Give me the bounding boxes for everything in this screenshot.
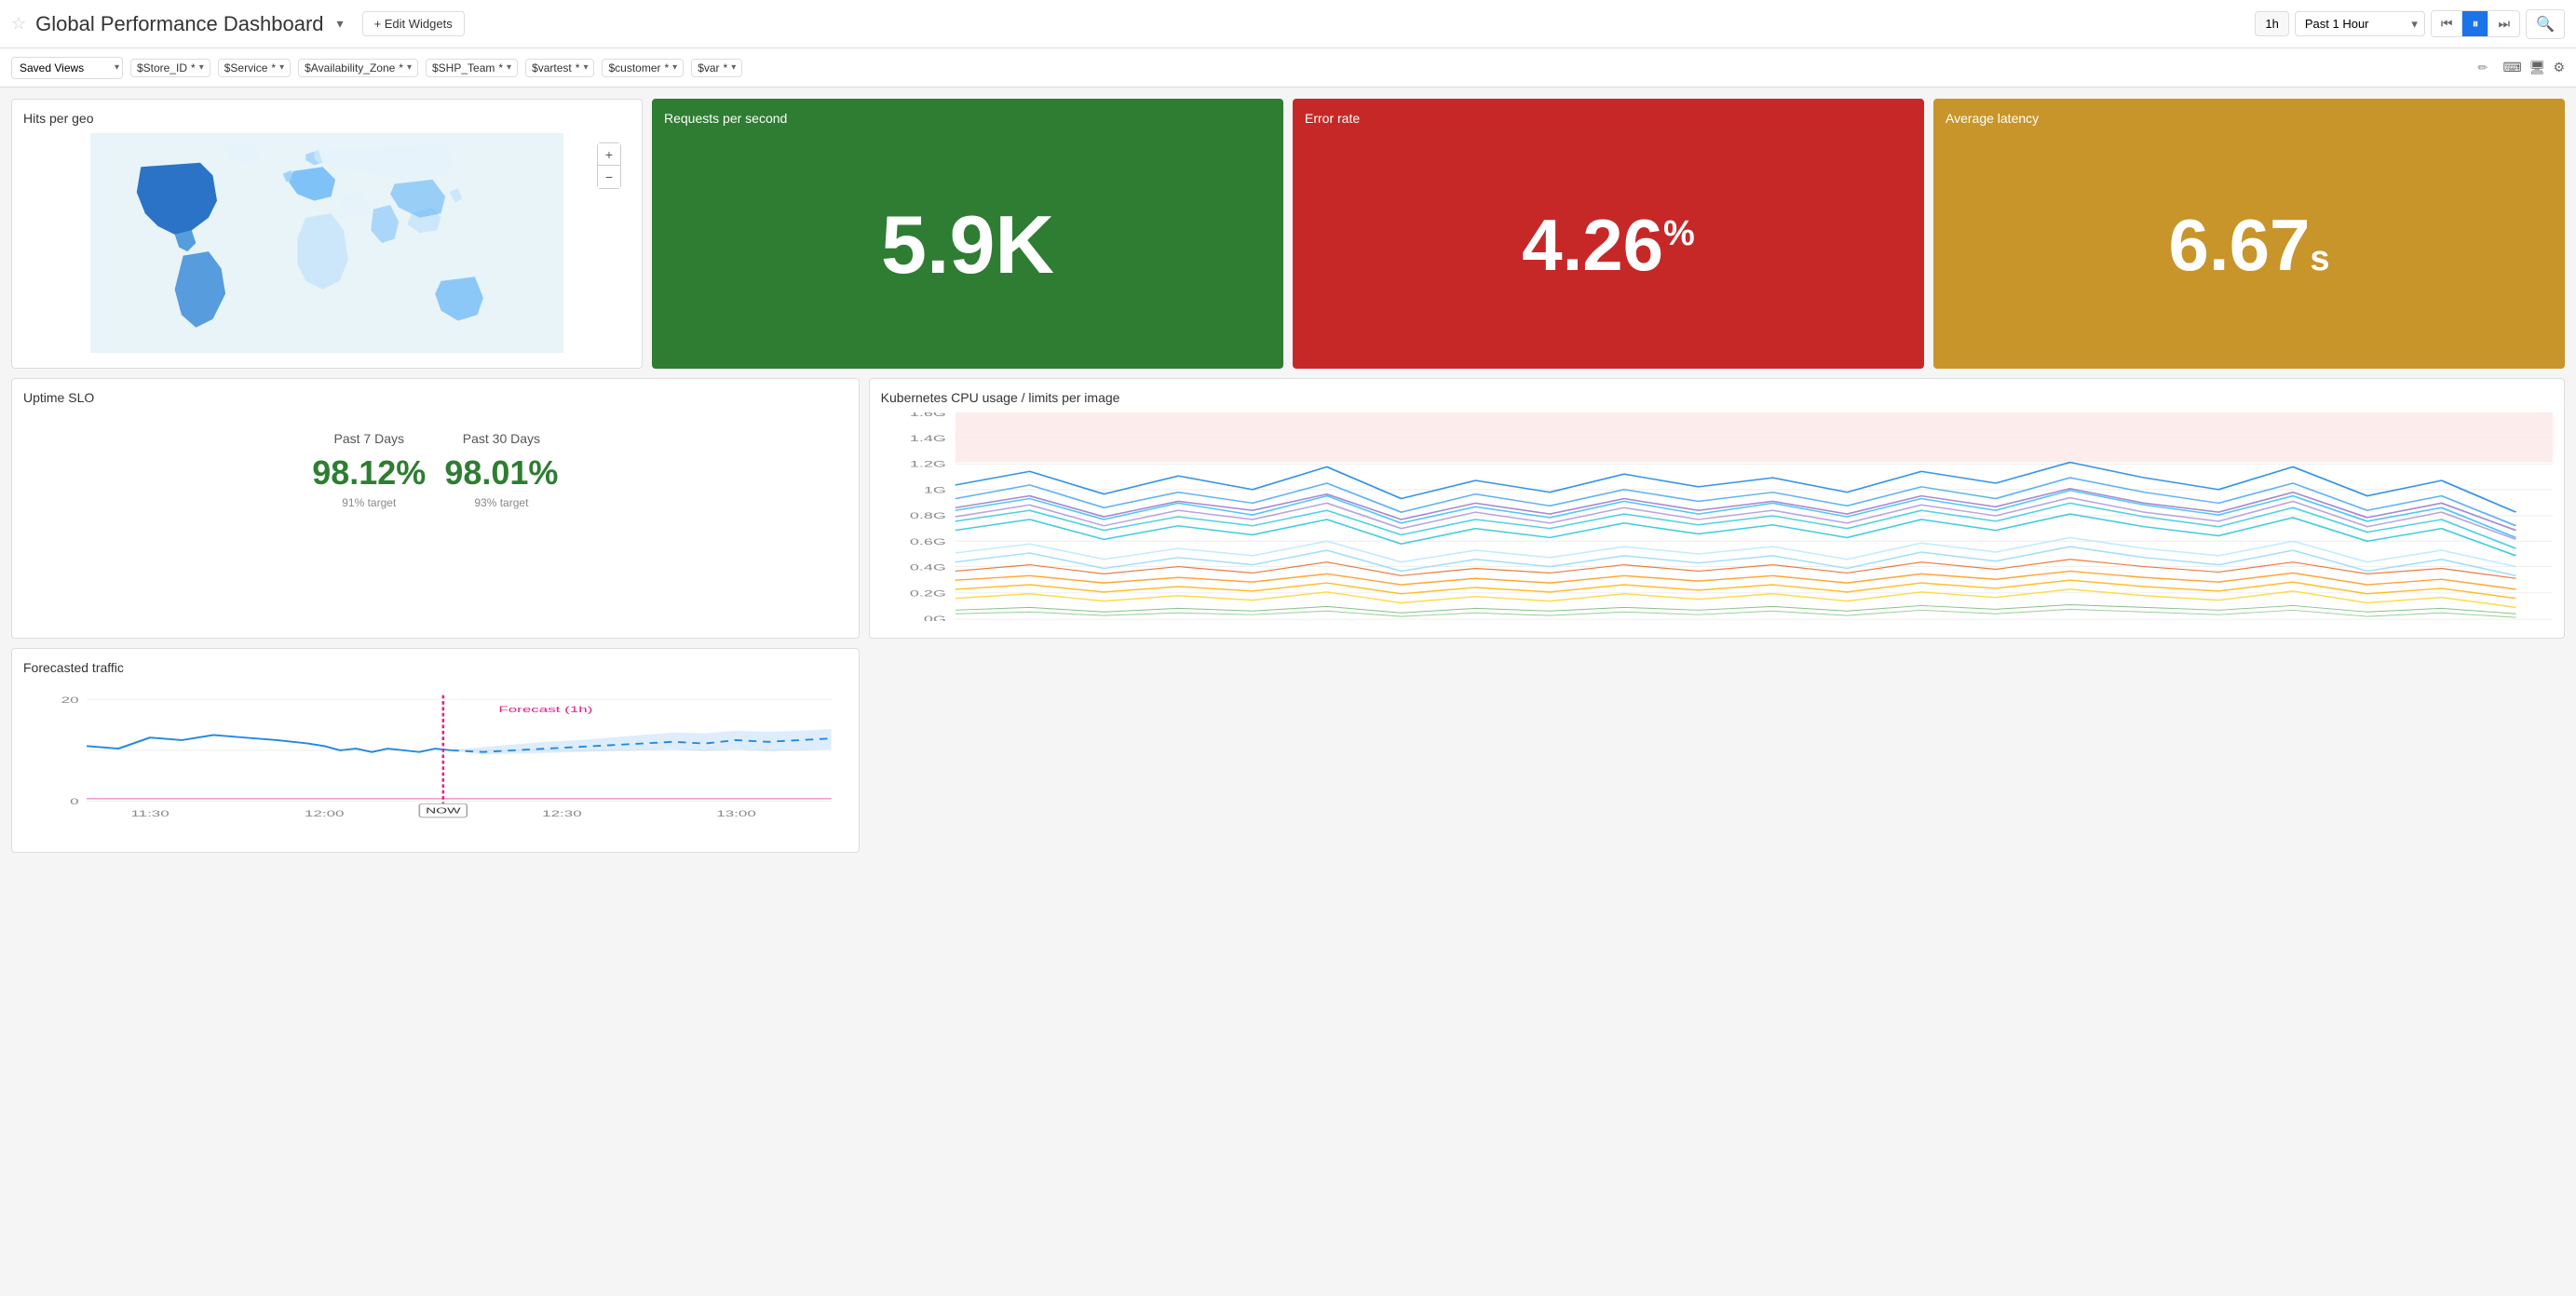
uptime-7days-label: Past 7 Days: [312, 431, 426, 446]
forecast-svg: 20 0 11:30 12:00 NOW 12:30 13:00 Forecas…: [23, 682, 847, 835]
svg-text:20: 20: [61, 695, 79, 705]
k8s-cpu-chart: 1.6G 1.4G 1.2G 1G 0.8G 0.6G 0.4G 0.2G 0G…: [881, 412, 2553, 621]
svg-text:0G: 0G: [924, 614, 946, 621]
uptime-slo-title: Uptime SLO: [23, 390, 847, 405]
playback-controls: ⏮ ⏸ ⏭: [2431, 10, 2520, 37]
uptime-7days: Past 7 Days 98.12% 91% target: [312, 431, 426, 509]
svg-text:1G: 1G: [924, 486, 946, 495]
error-rate-widget: Error rate 4.26%: [1293, 99, 1924, 369]
k8s-cpu-widget: Kubernetes CPU usage / limits per image: [869, 378, 2565, 639]
dashboard-content: Hits per geo + −: [0, 88, 2576, 864]
uptime-7days-target: 91% target: [312, 496, 426, 509]
row1: Hits per geo + −: [11, 99, 2565, 369]
svg-text:0.8G: 0.8G: [910, 511, 946, 520]
world-map-svg: [23, 133, 630, 353]
forecasted-traffic-widget: Forecasted traffic 20 0 11:30 12:00 NOW …: [11, 648, 860, 853]
edit-widgets-button[interactable]: + Edit Widgets: [362, 11, 465, 36]
forward-button[interactable]: ⏭: [2488, 11, 2519, 36]
svg-text:0: 0: [70, 797, 79, 806]
error-rate-value: 4.26%: [1305, 133, 1912, 357]
filter-chip-var[interactable]: $var * ▾: [691, 59, 742, 77]
svg-text:1.4G: 1.4G: [910, 434, 946, 443]
uptime-30days-value: 98.01%: [444, 453, 558, 493]
row2: Uptime SLO Past 7 Days 98.12% 91% target…: [11, 378, 2565, 639]
time-controls: 1h Past 1 Hour ▾ ⏮ ⏸ ⏭ 🔍: [2255, 9, 2565, 39]
filter-chip-service[interactable]: $Service * ▾: [218, 59, 291, 77]
right-icons: ⌨ 🖥 ⚙: [2502, 60, 2565, 75]
requests-per-second-value: 5.9K: [664, 133, 1271, 357]
uptime-7days-value: 98.12%: [312, 453, 426, 493]
zoom-out-button[interactable]: −: [598, 166, 620, 188]
forecasted-traffic-title: Forecasted traffic: [23, 660, 847, 675]
requests-per-second-title: Requests per second: [664, 111, 1271, 126]
k8s-cpu-svg: 1.6G 1.4G 1.2G 1G 0.8G 0.6G 0.4G 0.2G 0G…: [881, 412, 2553, 621]
uptime-30days: Past 30 Days 98.01% 93% target: [444, 431, 558, 509]
svg-text:11:30: 11:30: [130, 809, 169, 818]
header: ☆ Global Performance Dashboard ▾ + Edit …: [0, 0, 2576, 48]
saved-views-wrapper: Saved Views ▾: [11, 57, 123, 79]
star-icon[interactable]: ☆: [11, 14, 26, 34]
filter-chip-shp-team[interactable]: $SHP_Team * ▾: [426, 59, 518, 77]
filter-chip-vartest[interactable]: $vartest * ▾: [525, 59, 594, 77]
uptime-slo-widget: Uptime SLO Past 7 Days 98.12% 91% target…: [11, 378, 860, 639]
page-title: Global Performance Dashboard: [35, 12, 323, 36]
pencil-icon[interactable]: ✏: [2478, 61, 2488, 75]
keyboard-icon[interactable]: ⌨: [2502, 60, 2521, 75]
k8s-cpu-title: Kubernetes CPU usage / limits per image: [881, 390, 2553, 405]
chevron-down-icon[interactable]: ▾: [337, 16, 344, 32]
pause-button[interactable]: ⏸: [2462, 11, 2488, 36]
forecast-chart: 20 0 11:30 12:00 NOW 12:30 13:00 Forecas…: [23, 682, 847, 835]
svg-text:0.4G: 0.4G: [910, 562, 946, 572]
search-button[interactable]: 🔍: [2526, 9, 2565, 39]
filter-chip-availability-zone[interactable]: $Availability_Zone * ▾: [298, 59, 418, 77]
time-preset-button[interactable]: 1h: [2255, 11, 2288, 36]
svg-text:13:00: 13:00: [716, 809, 756, 818]
svg-text:1.6G: 1.6G: [910, 412, 946, 418]
requests-per-second-widget: Requests per second 5.9K: [652, 99, 1283, 369]
settings-icon[interactable]: ⚙: [2553, 60, 2565, 75]
svg-text:12:00: 12:00: [305, 809, 345, 818]
filter-chip-customer[interactable]: $customer * ▾: [602, 59, 684, 77]
map-zoom-controls: + −: [597, 142, 621, 189]
time-range-wrapper: Past 1 Hour ▾: [2295, 11, 2425, 36]
row3-right-placeholder: [869, 648, 2565, 853]
hits-per-geo-title: Hits per geo: [23, 111, 630, 126]
row3: Forecasted traffic 20 0 11:30 12:00 NOW …: [11, 648, 2565, 853]
hits-per-geo-widget: Hits per geo + −: [11, 99, 643, 369]
filter-chip-store-id[interactable]: $Store_ID * ▾: [130, 59, 210, 77]
uptime-30days-target: 93% target: [444, 496, 558, 509]
svg-text:0.2G: 0.2G: [910, 589, 946, 599]
error-rate-title: Error rate: [1305, 111, 1912, 126]
filter-bar: Saved Views ▾ $Store_ID * ▾ $Service * ▾…: [0, 48, 2576, 88]
svg-text:Forecast (1h): Forecast (1h): [498, 705, 592, 714]
time-range-select[interactable]: Past 1 Hour: [2295, 11, 2425, 36]
map-container: + −: [23, 133, 630, 353]
uptime-content: Past 7 Days 98.12% 91% target Past 30 Da…: [23, 412, 847, 509]
svg-text:12:30: 12:30: [542, 809, 582, 818]
rewind-button[interactable]: ⏮: [2432, 11, 2463, 36]
monitor-icon[interactable]: 🖥: [2529, 60, 2546, 75]
svg-text:0.6G: 0.6G: [910, 537, 946, 547]
average-latency-title: Average latency: [1946, 111, 2553, 126]
saved-views-select[interactable]: Saved Views: [11, 57, 123, 79]
svg-text:NOW: NOW: [426, 806, 461, 815]
uptime-30days-label: Past 30 Days: [444, 431, 558, 446]
svg-text:1.2G: 1.2G: [910, 459, 946, 468]
average-latency-widget: Average latency 6.67s: [1933, 99, 2565, 369]
average-latency-value: 6.67s: [1946, 133, 2553, 357]
zoom-in-button[interactable]: +: [598, 143, 620, 166]
